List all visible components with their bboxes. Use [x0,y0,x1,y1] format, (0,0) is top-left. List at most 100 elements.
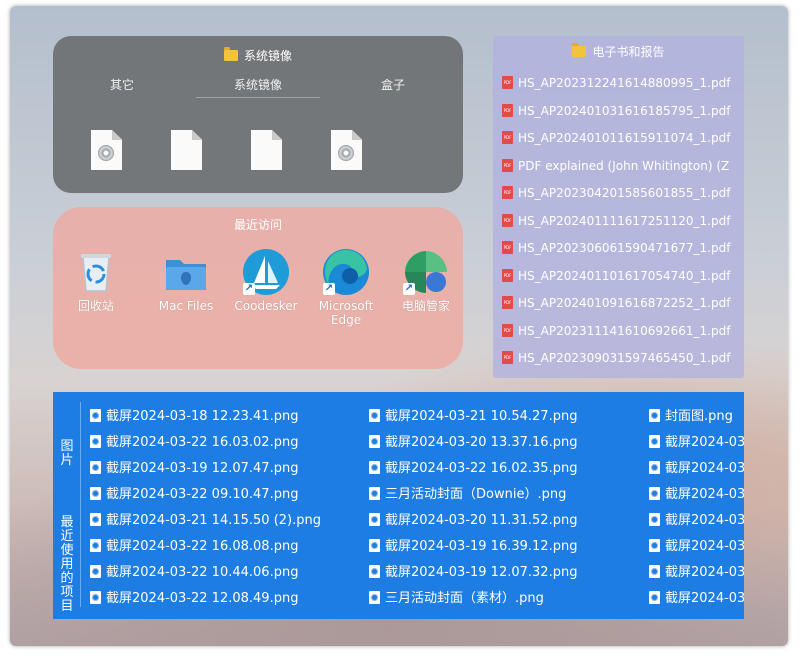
list-item[interactable]: 截屏2024-03 [649,457,744,479]
app-label: 回收站 [77,299,114,313]
pc-manager-icon: ↗ [401,247,451,297]
tab-pictures[interactable]: 图片 [57,440,77,468]
list-item[interactable]: 截屏2024-03-19 12.07.47.png [90,457,298,479]
list-item[interactable]: 截屏2024-03-21 14.15.50 (2).png [90,509,321,531]
pdf-file-icon [502,76,513,89]
app-pc-manager[interactable]: ↗ 电脑管家 [388,247,464,313]
list-item[interactable]: 截屏2024-03-22 16.03.02.png [90,431,298,453]
recent-visits-group[interactable]: 最近访问 回收站 Mac Files ↗ Coodesker ↗ Microso… [53,207,463,369]
tab-system-image[interactable]: 系统镜像 [196,76,320,98]
shortcut-arrow-icon: ↗ [243,283,255,295]
image-file-icon [90,565,101,578]
list-item[interactable]: HS_AP202309031597465450_1.pdf [502,351,744,371]
disc-image-file-icon[interactable] [91,130,122,170]
system-image-group-title: 系统镜像 [53,47,463,64]
image-file-icon [649,565,660,578]
list-item[interactable]: 三月活动封面（Downie）.png [369,483,566,505]
image-file-icon [90,461,101,474]
shortcut-arrow-icon: ↗ [403,283,415,295]
image-file-icon [369,539,380,552]
divider [80,402,81,607]
list-item[interactable]: 截屏2024-03-22 16.02.35.png [369,457,577,479]
list-item[interactable]: 截屏2024-03-22 09.10.47.png [90,483,298,505]
list-item[interactable]: HS_AP202311141610692661_1.pdf [502,324,744,344]
system-image-group[interactable]: 系统镜像 其它 系统镜像 盒子 [53,36,463,193]
ebooks-reports-title: 电子书和报告 [493,43,744,60]
mac-folder-icon [161,247,211,297]
desktop: 系统镜像 其它 系统镜像 盒子 最近访问 回收站 Mac Files ↗ Coo… [10,6,788,646]
list-item[interactable]: HS_AP202304201585601855_1.pdf [502,186,744,206]
image-file-icon [369,409,380,422]
list-item[interactable]: 截屏2024-03 [649,561,744,583]
app-mac-files[interactable]: Mac Files [148,247,224,313]
list-item[interactable]: 截屏2024-03-22 12.08.49.png [90,587,298,609]
folder-icon [223,47,238,61]
image-file-icon [369,435,380,448]
image-file-icon [649,461,660,474]
edge-icon: ↗ [321,247,371,297]
list-item[interactable]: HS_AP202401101617054740_1.pdf [502,269,744,289]
pdf-file-icon [502,296,513,309]
list-item[interactable]: 截屏2024-03-19 12.07.32.png [369,561,577,583]
recent-visits-title: 最近访问 [233,218,282,232]
list-item[interactable]: 封面图.png [649,405,733,427]
image-file-icon [649,487,660,500]
image-file-icon [649,591,660,604]
list-item[interactable]: HS_AP202401111617251120_1.pdf [502,214,744,234]
tab-box[interactable]: 盒子 [333,76,453,93]
list-item[interactable]: HS_AP202306061590471677_1.pdf [502,241,744,261]
list-item[interactable]: HS_AP202312241614880995_1.pdf [502,76,744,96]
app-microsoft-edge[interactable]: ↗ Microsoft Edge [308,247,384,327]
list-item[interactable]: HS_AP202401091616872252_1.pdf [502,296,744,316]
image-file-icon [369,487,380,500]
list-item[interactable]: 截屏2024-03-22 16.08.08.png [90,535,298,557]
image-file-icon [649,539,660,552]
image-file-icon [649,513,660,526]
pdf-file-icon [502,159,513,172]
app-label: Microsoft Edge [318,299,374,327]
list-item[interactable]: PDF explained (John Whitington) (Z [502,159,744,179]
list-item[interactable]: 截屏2024-03 [649,483,744,505]
coodesker-icon: ↗ [241,247,291,297]
pdf-file-icon [502,131,513,144]
folder-icon [572,43,587,57]
list-item[interactable]: 截屏2024-03-22 10.44.06.png [90,561,298,583]
tab-other[interactable]: 其它 [62,76,182,93]
blank-file-icon[interactable] [251,130,282,170]
pdf-file-icon [502,241,513,254]
image-file-icon [369,513,380,526]
app-label: Coodesker [234,299,298,313]
list-item[interactable]: 截屏2024-03-20 11.31.52.png [369,509,577,531]
system-image-tabs: 其它 系统镜像 盒子 [53,76,463,100]
list-item[interactable]: 截屏2024-03-20 13.37.16.png [369,431,577,453]
disc-image-file-icon[interactable] [331,130,362,170]
tab-recent-items[interactable]: 最近使用的项目 [57,516,77,614]
list-item[interactable]: 截屏2024-03 [649,587,744,609]
image-file-icon [369,461,380,474]
list-item[interactable]: HS_AP202401031616185795_1.pdf [502,104,744,124]
list-item[interactable]: 截屏2024-03 [649,431,744,453]
pdf-file-icon [502,104,513,117]
blank-file-icon[interactable] [171,130,202,170]
app-recycle-bin[interactable]: 回收站 [58,247,134,313]
shortcut-arrow-icon: ↗ [323,283,335,295]
list-item[interactable]: 三月活动封面（素材）.png [369,587,544,609]
ebooks-reports-group[interactable]: 电子书和报告 HS_AP202312241614880995_1.pdf HS_… [493,36,744,378]
list-item[interactable]: 截屏2024-03 [649,509,744,531]
pdf-file-icon [502,351,513,364]
list-item[interactable]: 截屏2024-03-21 10.54.27.png [369,405,577,427]
image-file-icon [90,409,101,422]
list-item[interactable]: 截屏2024-03-18 12.23.41.png [90,405,298,427]
list-item[interactable]: 截屏2024-03 [649,535,744,557]
image-file-icon [369,591,380,604]
image-file-icon [649,435,660,448]
list-item[interactable]: HS_AP202401011615911074_1.pdf [502,131,744,151]
pictures-group[interactable]: 图片 最近使用的项目 截屏2024-03-18 12.23.41.png 截屏2… [53,392,744,619]
list-item[interactable]: 截屏2024-03-19 16.39.12.png [369,535,577,557]
image-file-icon [649,409,660,422]
app-coodesker[interactable]: ↗ Coodesker [228,247,304,313]
pdf-file-icon [502,324,513,337]
pdf-file-icon [502,214,513,227]
pdf-file-icon [502,186,513,199]
image-file-icon [90,487,101,500]
